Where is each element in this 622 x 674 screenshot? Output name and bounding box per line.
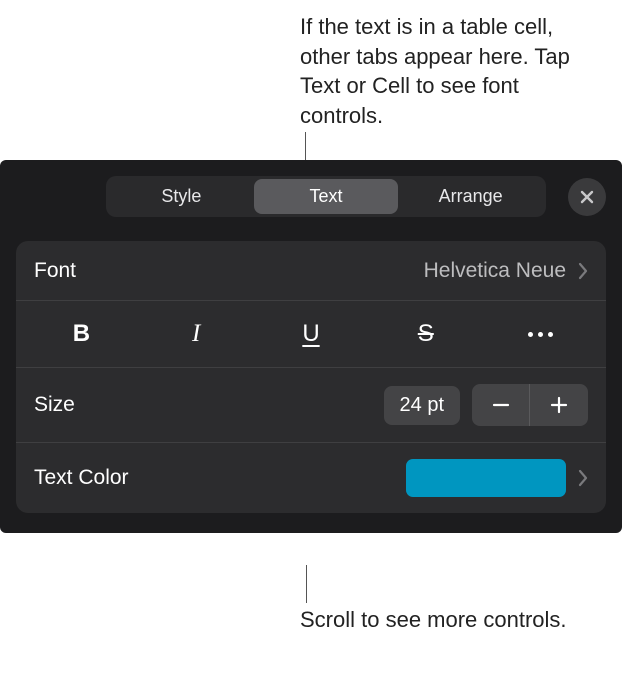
text-color-row[interactable]: Text Color bbox=[16, 443, 606, 513]
font-value: Helvetica Neue bbox=[424, 259, 566, 283]
text-color-label: Text Color bbox=[34, 466, 129, 490]
font-label: Font bbox=[34, 259, 76, 283]
tabbar-row: Style Text Arrange bbox=[0, 176, 622, 217]
strike-glyph: S bbox=[418, 320, 434, 348]
size-value[interactable]: 24 pt bbox=[384, 386, 460, 425]
plus-icon bbox=[549, 395, 569, 415]
bold-button[interactable]: B bbox=[24, 311, 139, 357]
text-color-swatch[interactable] bbox=[406, 459, 566, 497]
size-stepper bbox=[472, 384, 588, 426]
size-row: Size 24 pt bbox=[16, 368, 606, 443]
text-style-row: B I U S bbox=[16, 301, 606, 368]
strikethrough-button[interactable]: S bbox=[368, 311, 483, 357]
size-decrease-button[interactable] bbox=[472, 384, 530, 426]
underline-button[interactable]: U bbox=[254, 311, 369, 357]
tab-text[interactable]: Text bbox=[254, 179, 399, 214]
size-increase-button[interactable] bbox=[530, 384, 588, 426]
ellipsis-icon bbox=[528, 332, 553, 337]
callout-top: If the text is in a table cell, other ta… bbox=[300, 12, 600, 131]
controls-list: Font Helvetica Neue B I U S Size 24 pt bbox=[16, 241, 606, 513]
underline-glyph: U bbox=[302, 320, 319, 348]
chevron-right-icon bbox=[578, 262, 588, 280]
callout-bottom: Scroll to see more controls. bbox=[300, 605, 580, 635]
tabbar: Style Text Arrange bbox=[106, 176, 546, 217]
size-label: Size bbox=[34, 393, 75, 417]
callout-line bbox=[306, 565, 307, 603]
minus-icon bbox=[491, 395, 511, 415]
italic-button[interactable]: I bbox=[139, 311, 254, 357]
chevron-right-icon bbox=[578, 469, 588, 487]
close-icon bbox=[579, 189, 595, 205]
tab-style[interactable]: Style bbox=[109, 179, 254, 214]
font-row[interactable]: Font Helvetica Neue bbox=[16, 241, 606, 301]
close-button[interactable] bbox=[568, 178, 606, 216]
tab-arrange[interactable]: Arrange bbox=[398, 179, 543, 214]
more-styles-button[interactable] bbox=[483, 311, 598, 357]
format-panel: Style Text Arrange Font Helvetica Neue B… bbox=[0, 160, 622, 533]
